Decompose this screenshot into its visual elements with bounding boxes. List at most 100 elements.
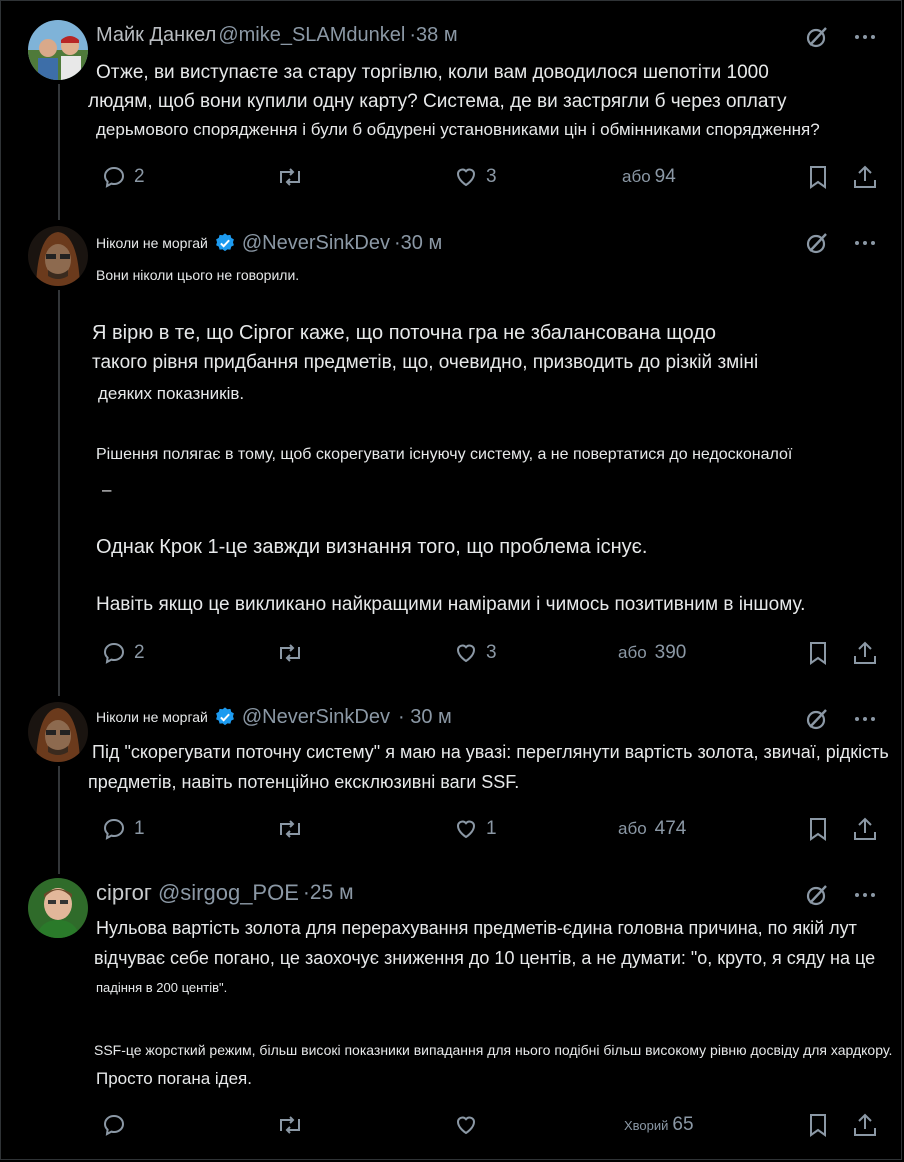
share-upload-icon <box>854 817 876 840</box>
views-label: або <box>622 167 651 186</box>
share-button[interactable] <box>852 638 878 668</box>
avatar-image <box>28 20 88 80</box>
more-dots-icon[interactable] <box>852 882 878 908</box>
repost-button[interactable] <box>276 814 304 844</box>
share-button[interactable] <box>852 814 878 844</box>
more-dots-icon[interactable] <box>852 230 878 256</box>
avatar[interactable] <box>28 20 88 80</box>
tweet-text-line: Рішення полягає в тому, щоб скорегувати … <box>96 446 793 463</box>
bookmark-button[interactable] <box>806 162 830 192</box>
author-handle[interactable]: @NeverSinkDev <box>242 706 390 729</box>
views-count: 94 <box>654 166 676 187</box>
repost-button[interactable] <box>276 162 304 192</box>
avatar[interactable] <box>28 878 88 938</box>
reply-count: 2 <box>134 166 145 187</box>
repost-arrows-icon <box>280 168 300 186</box>
like-button[interactable]: 1 <box>454 814 497 844</box>
author-name[interactable]: сіргог <box>96 880 152 906</box>
tweet[interactable]: сіргог @sirgog_POE ·25 м Нульова вартіст… <box>0 876 904 1160</box>
tweet-text-line: Отже, ви виступаєте за стару торгівлю, к… <box>96 62 769 83</box>
like-count: 1 <box>486 818 497 839</box>
repost-button[interactable] <box>276 638 304 668</box>
tweet[interactable]: Ніколи не моргай @NeverSinkDev · 30 м Пі… <box>0 700 904 870</box>
repost-arrows-icon <box>280 644 300 662</box>
author-name[interactable]: Майк Данкел <box>96 24 216 47</box>
like-button[interactable] <box>454 1110 478 1140</box>
heart-icon <box>456 820 476 839</box>
avatar-image <box>28 226 88 286</box>
repost-button[interactable] <box>276 1110 304 1140</box>
views-count: 65 <box>672 1114 694 1135</box>
grok-slash-circle-icon[interactable] <box>804 882 830 908</box>
reply-count: 2 <box>134 642 145 663</box>
tweet-text-line: Просто погана ідея. <box>96 1069 252 1088</box>
tweet-text-line: Під "скорегувати поточну систему" я маю … <box>92 742 889 762</box>
grok-slash-circle-icon[interactable] <box>804 24 830 50</box>
share-button[interactable] <box>852 162 878 192</box>
tweet-time[interactable]: ·30 м <box>394 232 442 255</box>
views-button[interactable]: або 474 <box>618 814 686 844</box>
like-button[interactable]: 3 <box>454 638 497 668</box>
author-handle[interactable]: @sirgog_POE <box>158 880 299 906</box>
avatar[interactable] <box>28 702 88 762</box>
tweet-time[interactable]: · 30 м <box>398 706 452 729</box>
speech-bubble-icon <box>103 642 125 664</box>
like-count: 3 <box>486 166 497 187</box>
tweet-text-line: Я вірю в те, що Сіргог каже, що поточна … <box>92 322 716 344</box>
speech-bubble-icon <box>103 818 125 840</box>
tweet-text-line: такого рівня придбання предметів, що, оч… <box>92 352 759 373</box>
avatar-image <box>28 878 88 938</box>
share-upload-icon <box>854 165 876 188</box>
reply-button[interactable]: 1 <box>102 814 145 844</box>
speech-bubble-icon <box>103 1114 125 1136</box>
tweet[interactable]: Майк Данкел @mike_SLAMdunkel ·38 м Отже,… <box>0 0 904 215</box>
bookmark-icon <box>810 166 826 189</box>
tweet-text-line: деяких показників. <box>98 384 245 403</box>
tweet-text-line: дерьмового спорядження і були б обдурені… <box>96 120 820 139</box>
avatar[interactable] <box>28 226 88 286</box>
author-handle[interactable]: @NeverSinkDev <box>242 232 390 255</box>
tweet-time[interactable]: ·38 м <box>409 24 457 47</box>
share-upload-icon <box>854 641 876 664</box>
grok-slash-circle-icon[interactable] <box>804 230 830 256</box>
share-button[interactable] <box>852 1110 878 1140</box>
views-count: 390 <box>654 642 687 663</box>
reply-button[interactable] <box>102 1110 126 1140</box>
author-name[interactable]: Ніколи не моргай <box>96 235 208 251</box>
like-button[interactable]: 3 <box>454 162 497 192</box>
views-button[interactable]: Хворий 65 <box>624 1110 694 1140</box>
tweet-text-line: – <box>102 480 112 499</box>
views-label: Хворий <box>624 1117 669 1133</box>
repost-arrows-icon <box>280 820 300 838</box>
more-dots-icon[interactable] <box>852 24 878 50</box>
more-dots-icon[interactable] <box>852 706 878 732</box>
tweet-text-line: Нульова вартість золота для перерахуванн… <box>96 918 857 938</box>
grok-slash-circle-icon[interactable] <box>804 706 830 732</box>
tweet-text-line: людям, щоб вони купили одну карту? Систе… <box>88 91 787 112</box>
tweet-time[interactable]: ·25 м <box>303 881 354 905</box>
share-upload-icon <box>854 1113 876 1136</box>
bookmark-button[interactable] <box>806 1110 830 1140</box>
views-label: або <box>618 819 647 838</box>
bookmark-button[interactable] <box>806 638 830 668</box>
reply-button[interactable]: 2 <box>102 162 145 192</box>
tweet-text-line: Навіть якщо це викликано найкращими намі… <box>96 594 806 615</box>
tweet[interactable]: Ніколи не моргай @NeverSinkDev ·30 м Вон… <box>0 224 904 694</box>
views-button[interactable]: або 390 <box>618 638 686 668</box>
bookmark-icon <box>810 818 826 841</box>
tweet-text-line: падіння в 200 центів". <box>96 980 228 995</box>
tweet-text-line: Однак Крок 1-це завжди визнання того, що… <box>96 536 648 558</box>
bookmark-icon <box>810 1114 826 1137</box>
views-label: або <box>618 643 647 662</box>
tweet-text-line: предметів, навіть потенційно ексклюзивні… <box>88 772 520 792</box>
author-name[interactable]: Ніколи не моргай <box>96 709 208 725</box>
views-button[interactable]: або 94 <box>622 162 676 192</box>
tweet-text-line: відчуває себе погано, це заохочує знижен… <box>94 948 876 968</box>
bookmark-button[interactable] <box>806 814 830 844</box>
reply-button[interactable]: 2 <box>102 638 145 668</box>
heart-icon <box>456 1116 476 1135</box>
reply-count: 1 <box>134 818 145 839</box>
speech-bubble-icon <box>103 166 125 188</box>
author-handle[interactable]: @mike_SLAMdunkel <box>218 24 405 47</box>
views-count: 474 <box>654 818 687 839</box>
